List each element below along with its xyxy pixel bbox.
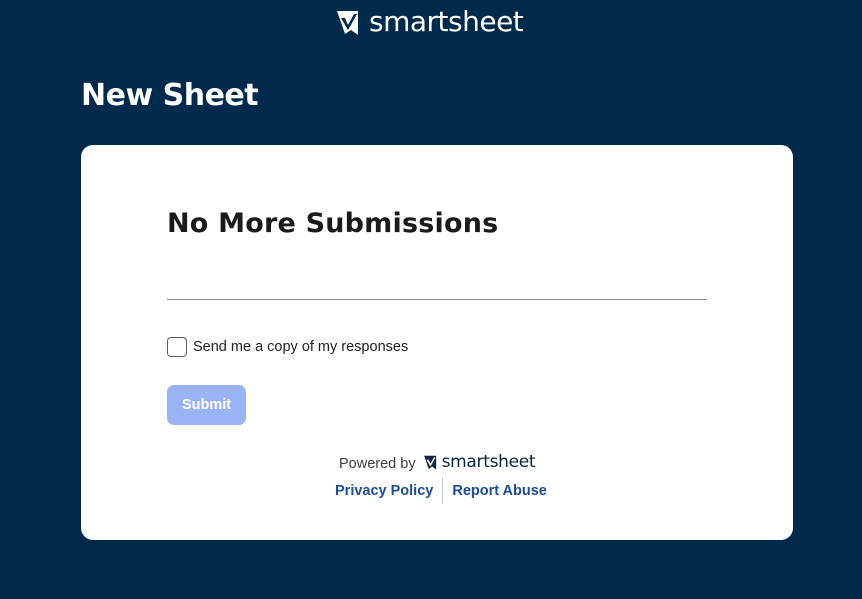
submit-button[interactable]: Submit (167, 385, 246, 425)
report-abuse-link[interactable]: Report Abuse (452, 478, 547, 504)
form-card: No More Submissions Send me a copy of my… (81, 145, 793, 540)
copy-responses-label: Send me a copy of my responses (193, 339, 409, 355)
top-header: smartsheet (0, 0, 862, 50)
powered-by-label: Powered by (339, 456, 416, 472)
footer-smartsheet-logo[interactable]: smartsheet (423, 452, 536, 472)
privacy-policy-link[interactable]: Privacy Policy (335, 478, 433, 504)
footer-brand-wordmark: smartsheet (441, 452, 536, 472)
footer-links: Privacy Policy Report Abuse (335, 478, 547, 504)
copy-responses-checkbox[interactable] (167, 337, 187, 357)
brand-wordmark: smartsheet (369, 5, 524, 38)
copy-responses-row[interactable]: Send me a copy of my responses (167, 337, 408, 357)
smartsheet-logo: smartsheet (337, 5, 524, 38)
link-separator (442, 478, 444, 504)
smartsheet-logo-icon (337, 11, 358, 35)
powered-by: Powered by smartsheet (339, 450, 536, 474)
smartsheet-logo-icon (423, 455, 436, 470)
form-title: New Sheet (81, 78, 259, 113)
form-heading: No More Submissions (167, 208, 499, 239)
divider (167, 299, 707, 300)
